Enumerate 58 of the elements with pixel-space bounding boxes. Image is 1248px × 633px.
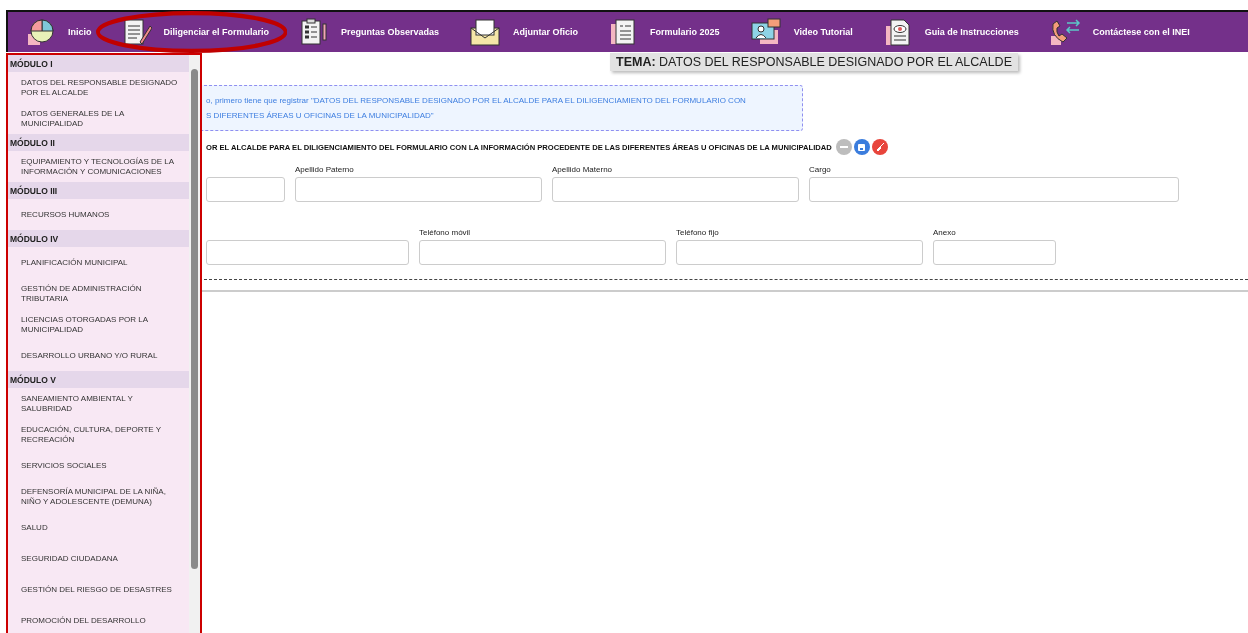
pie-chart-icon <box>26 18 56 46</box>
text-field[interactable] <box>419 240 666 265</box>
notice-text: S DIFERENTES ÁREAS U OFICINAS DE LA MUNICIPALIDAD" <box>206 110 435 122</box>
menu-item[interactable]: GESTIÓN DE ADMINISTRACIÓN TRIBUTARIA <box>8 278 189 309</box>
menu-item[interactable]: PLANIFICACIÓN MUNICIPAL <box>8 247 189 278</box>
scrollbar[interactable] <box>189 55 200 633</box>
module-heading: MÓDULO V <box>8 371 189 388</box>
field-label: Cargo <box>809 165 832 174</box>
nav-link[interactable]: Preguntas Observadas <box>299 18 440 46</box>
text-field[interactable] <box>809 177 1179 202</box>
nav-link[interactable]: Inicio <box>26 18 92 46</box>
menu-item[interactable]: DATOS DEL RESPONSABLE DESIGNADO POR EL ALCALDE <box>8 72 189 103</box>
field-label: Apellido Materno <box>552 165 614 174</box>
envelope-icon <box>469 18 502 46</box>
text-field[interactable] <box>206 240 409 265</box>
remove-button[interactable] <box>835 139 852 155</box>
video-monitor-icon <box>749 18 782 46</box>
menu-item[interactable]: SALUD <box>8 512 189 543</box>
menu-item[interactable]: DESARROLLO URBANO Y/O RURAL <box>8 340 189 371</box>
notice-text: o, primero tiene que registrar "DATOS DEL RESPONSABLE DESIGNADO POR EL ALCALDE PARA EL DILIGENCIAMIENTO DEL FORMULARIO CON <box>206 95 747 107</box>
menu-item[interactable]: LICENCIAS OTORGADAS POR LA MUNICIPALIDAD <box>8 309 189 340</box>
field-label: Teléfono móvil <box>419 228 472 237</box>
nav-link[interactable]: Guia de Instrucciones <box>882 18 1019 46</box>
save-icon <box>858 143 866 151</box>
field-label: Teléfono fijo <box>676 228 720 237</box>
menu-item[interactable]: DATOS GENERALES DE LA MUNICIPALIDAD <box>8 103 189 134</box>
nav-link[interactable]: Adjuntar Oficio <box>469 18 579 46</box>
text-field[interactable] <box>552 177 799 202</box>
nav-link[interactable]: Video Tutorial <box>749 18 853 46</box>
menu-item[interactable]: PROMOCIÓN DEL DESARROLLO <box>8 605 189 633</box>
page-title: TEMA: DATOS DEL RESPONSABLE DESIGNADO POR EL ALCALDE <box>610 53 1018 71</box>
phone-arrows-icon <box>1048 18 1081 46</box>
menu-item[interactable]: SEGURIDAD CIUDADANA <box>8 543 189 574</box>
field-label: Anexo <box>933 228 957 237</box>
menu-item[interactable]: EDUCACIÓN, CULTURA, DEPORTE Y RECREACIÓN <box>8 419 189 450</box>
menu-item[interactable]: EQUIPAMIENTO Y TECNOLOGÍAS DE LA INFORMACIÓN Y COMUNICACIONES <box>8 151 189 182</box>
module-heading: MÓDULO III <box>8 182 189 199</box>
text-field[interactable] <box>206 177 285 202</box>
menu-item[interactable]: DEFENSORÍA MUNICIPAL DE LA NIÑA, NIÑO Y ADOLESCENTE (DEMUNA) <box>8 481 189 512</box>
field-label: Apellido Paterno <box>295 165 355 174</box>
text-field[interactable] <box>676 240 923 265</box>
module-heading: MÓDULO IV <box>8 230 189 247</box>
checklist-icon <box>299 18 330 46</box>
broom-icon <box>875 143 884 151</box>
text-field[interactable] <box>933 240 1056 265</box>
menu-item[interactable]: RECURSOS HUMANOS <box>8 199 189 230</box>
clear-button[interactable] <box>871 139 888 155</box>
minus-icon <box>839 146 848 148</box>
text-field[interactable] <box>295 177 542 202</box>
nav-link[interactable]: Formulario 2025 <box>608 18 720 46</box>
module-heading: MÓDULO II <box>8 134 189 151</box>
menu-item[interactable]: SANEAMIENTO AMBIENTAL Y SALUBRIDAD <box>8 388 189 419</box>
nav-link[interactable]: Contáctese con el INEI <box>1048 18 1190 46</box>
menu-item[interactable]: GESTIÓN DEL RIESGO DE DESASTRES <box>8 574 189 605</box>
save-button[interactable] <box>853 139 870 155</box>
module-heading: MÓDULO I <box>8 55 189 72</box>
form-pencil-icon <box>121 18 152 46</box>
menu-item[interactable]: SERVICIOS SOCIALES <box>8 450 189 481</box>
